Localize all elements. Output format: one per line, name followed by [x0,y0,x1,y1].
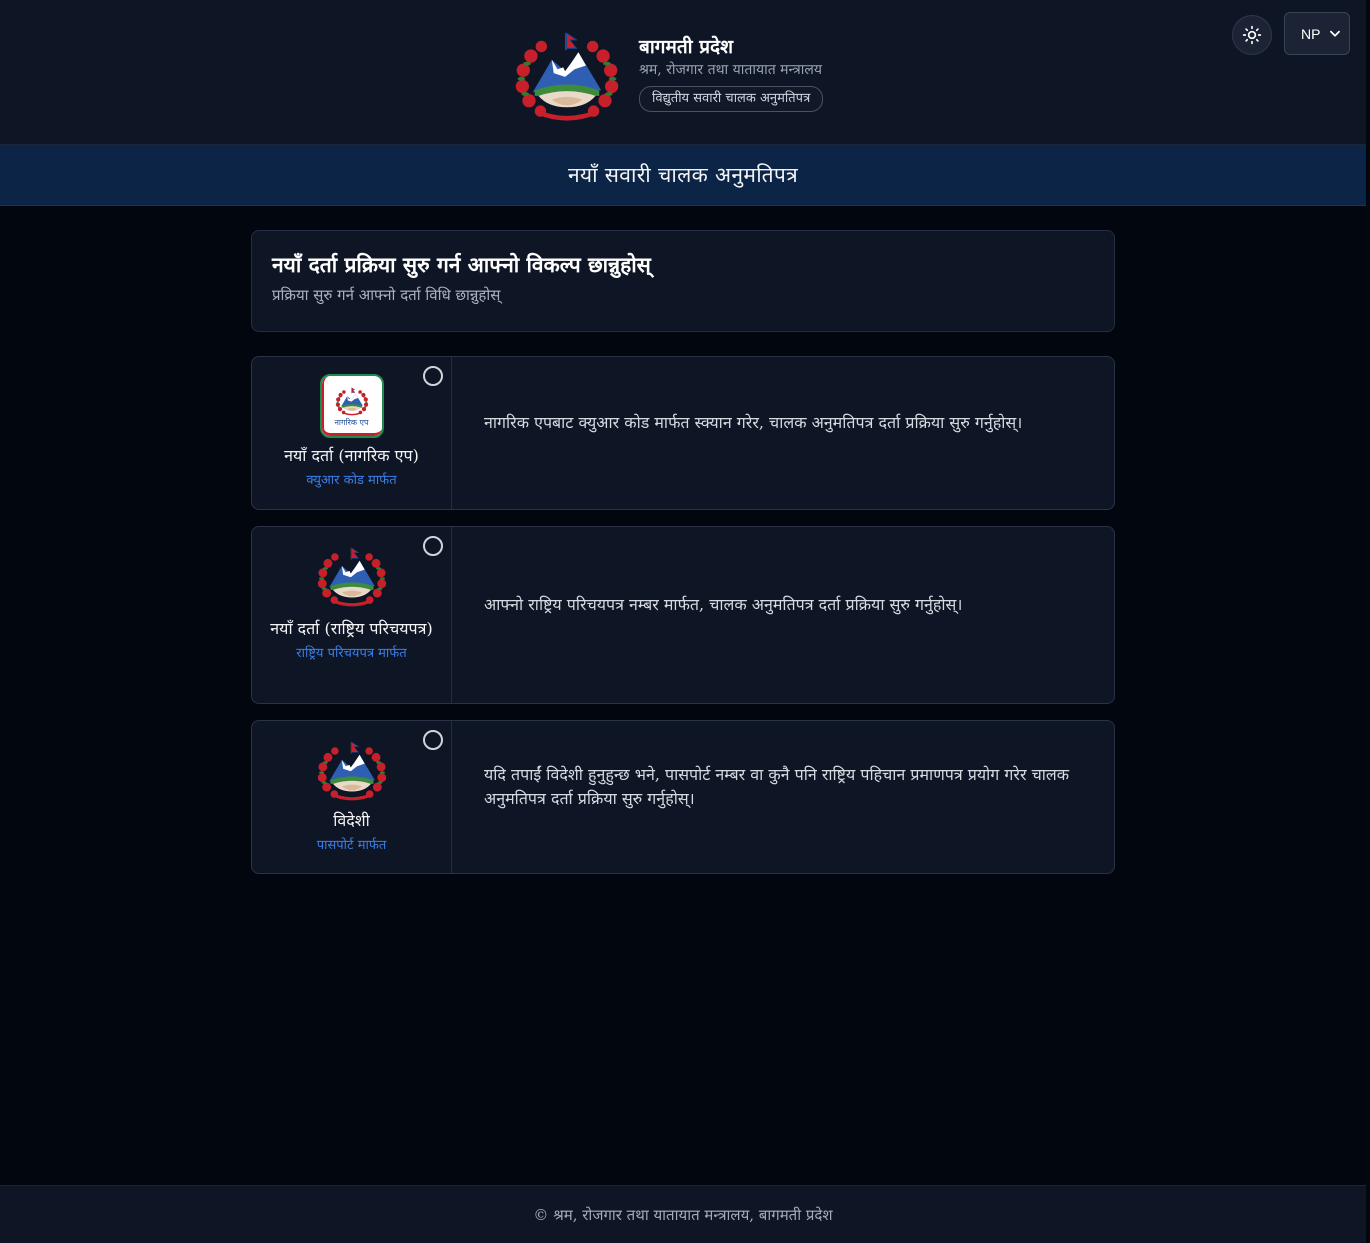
option-description-panel: यदि तपाईं विदेशी हुनुहुन्छ भने, पासपोर्ट… [452,721,1114,873]
option-title: विदेशी [333,811,370,830]
option-nagarik-app-summary: नागरिक एप नयाँ दर्ता (नागरिक एप) क्युआर … [252,357,452,509]
nepal-emblem-icon [510,26,624,124]
province-title: बागमती प्रदेश [639,36,734,58]
brand: बागमती प्रदेश श्रम, रोजगार तथा यातायात म… [510,26,824,124]
intro-title: नयाँ दर्ता प्रक्रिया सुरु गर्न आफ्नो विक… [272,252,651,277]
nagarik-app-logo-icon: नागरिक एप [319,374,384,438]
sun-icon [1242,25,1262,45]
option-description-panel: नागरिक एपबाट क्युआर कोड मार्फत स्क्यान ग… [452,357,1114,509]
option-nagarik-app[interactable]: नागरिक एप नयाँ दर्ता (नागरिक एप) क्युआर … [251,356,1115,510]
app-footer: © श्रम, रोजगार तथा यातायात मन्त्रालय, बा… [0,1185,1366,1243]
option-description: आफ्नो राष्ट्रिय परिचयपत्र नम्बर मार्फत, … [484,595,963,614]
option-title: नयाँ दर्ता (राष्ट्रिय परिचयपत्र) [270,619,433,638]
option-title: नयाँ दर्ता (नागरिक एप) [284,446,419,465]
page-title: नयाँ सवारी चालक अनुमतिपत्र [567,163,799,187]
app-header: बागमती प्रदेश श्रम, रोजगार तथा यातायात म… [0,0,1366,145]
option-description-panel: आफ्नो राष्ट्रिय परिचयपत्र नम्बर मार्फत, … [452,527,1114,703]
option-tag: पासपोर्ट मार्फत [316,838,387,853]
option-foreigner[interactable]: विदेशी पासपोर्ट मार्फत यदि तपाईं विदेशी … [251,720,1115,874]
option-national-id[interactable]: नयाँ दर्ता (राष्ट्रिय परिचयपत्र) राष्ट्र… [251,526,1115,704]
option-foreigner-radio[interactable] [423,730,443,750]
chevron-down-icon [1330,30,1340,37]
option-description: नागरिक एपबाट क्युआर कोड मार्फत स्क्यान ग… [484,413,1023,432]
service-badge: विद्युतीय सवारी चालक अनुमतिपत्र [639,86,824,112]
ministry-name: श्रम, रोजगार तथा यातायात मन्त्रालय [639,62,823,78]
nepal-emblem-icon [314,737,390,803]
option-description: यदि तपाईं विदेशी हुनुहुन्छ भने, पासपोर्ट… [484,765,1070,808]
theme-toggle-button[interactable] [1232,15,1272,55]
brand-text: बागमती प्रदेश श्रम, रोजगार तथा यातायात म… [639,26,824,112]
footer-copyright: © श्रम, रोजगार तथा यातायात मन्त्रालय, बा… [533,1205,833,1224]
page-title-band: नयाँ सवारी चालक अनुमतिपत्र [0,145,1366,206]
option-nagarik-app-radio[interactable] [423,366,443,386]
nepal-emblem-icon [314,543,390,609]
language-selected: NP [1301,25,1321,42]
option-foreigner-summary: विदेशी पासपोर्ट मार्फत [252,721,452,873]
option-tag: राष्ट्रिय परिचयपत्र मार्फत [296,646,407,661]
language-select[interactable]: NP [1284,12,1350,55]
option-national-id-radio[interactable] [423,536,443,556]
intro-subtitle: प्रक्रिया सुरु गर्न आफ्नो दर्ता विधि छान… [272,286,501,304]
intro-card: नयाँ दर्ता प्रक्रिया सुरु गर्न आफ्नो विक… [251,230,1115,332]
option-national-id-summary: नयाँ दर्ता (राष्ट्रिय परिचयपत्र) राष्ट्र… [252,527,452,703]
option-tag: क्युआर कोड मार्फत [306,473,397,488]
